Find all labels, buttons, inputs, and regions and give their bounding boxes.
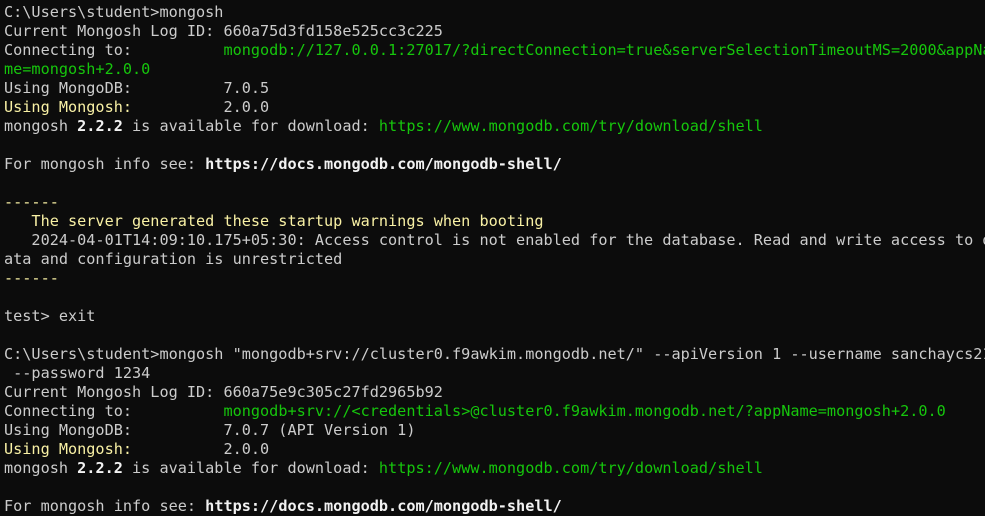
terminal-text-segment: C:\Users\student>mongosh "mongodb+srv://… <box>4 345 985 363</box>
terminal-line: Using Mongosh: 2.0.0 <box>4 98 985 117</box>
terminal-line: mongosh 2.2.2 is available for download:… <box>4 459 985 478</box>
terminal-text-segment: is available for download: <box>122 459 379 477</box>
terminal-text-segment: ------ <box>4 269 59 287</box>
terminal-text-segment: is available for download: <box>122 117 379 135</box>
terminal-line: --password 1234 <box>4 364 985 383</box>
terminal-text-segment: 2.0.0 <box>132 98 270 116</box>
terminal-text-segment: mongosh <box>4 459 78 477</box>
terminal-text-segment: 2.2.2 <box>77 459 123 477</box>
terminal-line: test> exit <box>4 307 985 326</box>
terminal-line: For mongosh info see: https://docs.mongo… <box>4 497 985 516</box>
terminal-text-segment: 2.2.2 <box>77 117 123 135</box>
terminal-text-segment: The server generated these startup warni… <box>4 212 544 230</box>
terminal-text-segment: 2.0.0 <box>132 440 270 458</box>
terminal-line: me=mongosh+2.0.0 <box>4 60 985 79</box>
terminal-text-segment: 2024-04-01T14:09:10.175+05:30: Access co… <box>4 231 985 249</box>
terminal-line: For mongosh info see: https://docs.mongo… <box>4 155 985 174</box>
terminal-text-segment: Current Mongosh Log ID: 660a75e9c305c27f… <box>4 383 443 401</box>
terminal-text-segment: https://www.mongodb.com/try/download/she… <box>378 459 763 477</box>
terminal-line: ata and configuration is unrestricted <box>4 250 985 269</box>
terminal-text-segment: Using MongoDB: 7.0.7 (API Version 1) <box>4 421 416 439</box>
terminal-text-segment: test> exit <box>4 307 96 325</box>
terminal-line: Current Mongosh Log ID: 660a75e9c305c27f… <box>4 383 985 402</box>
terminal-text-segment: For mongosh info see: <box>4 155 206 173</box>
terminal-line: mongosh 2.2.2 is available for download:… <box>4 117 985 136</box>
terminal-text-segment: Using Mongosh: <box>4 440 133 458</box>
terminal-line: 2024-04-01T14:09:10.175+05:30: Access co… <box>4 231 985 250</box>
terminal-line: Connecting to: mongodb+srv://<credential… <box>4 402 985 421</box>
terminal-text-segment: C:\Users\student>mongosh <box>4 3 224 21</box>
terminal-text-segment: Connecting to: <box>4 402 224 420</box>
terminal-window[interactable]: C:\Users\student>mongosh Current Mongosh … <box>0 0 985 516</box>
terminal-line: Connecting to: mongodb://127.0.0.1:27017… <box>4 41 985 60</box>
terminal-text-segment: --password 1234 <box>4 364 151 382</box>
terminal-line: ------ <box>4 193 985 212</box>
terminal-line: Using MongoDB: 7.0.5 <box>4 79 985 98</box>
terminal-text-segment: Using MongoDB: 7.0.5 <box>4 79 270 97</box>
terminal-text-segment: For mongosh info see: <box>4 497 206 515</box>
terminal-text-segment: mongosh <box>4 117 78 135</box>
terminal-text-segment: ------ <box>4 193 59 211</box>
terminal-text-segment: Using Mongosh: <box>4 98 133 116</box>
terminal-text-segment: me=mongosh+2.0.0 <box>4 60 151 78</box>
terminal-line: Current Mongosh Log ID: 660a75d3fd158e52… <box>4 22 985 41</box>
terminal-text-segment: Connecting to: <box>4 41 224 59</box>
terminal-text-segment: mongodb+srv://<credentials>@cluster0.f9a… <box>223 402 946 420</box>
terminal-text-segment: https://www.mongodb.com/try/download/she… <box>378 117 763 135</box>
terminal-text-segment: ata and configuration is unrestricted <box>4 250 343 268</box>
terminal-line: Using MongoDB: 7.0.7 (API Version 1) <box>4 421 985 440</box>
terminal-line: ------ <box>4 269 985 288</box>
terminal-text-segment: mongodb://127.0.0.1:27017/?directConnect… <box>223 41 985 59</box>
terminal-line: The server generated these startup warni… <box>4 212 985 231</box>
terminal-text-segment: https://docs.mongodb.com/mongodb-shell/ <box>205 155 562 173</box>
terminal-text-segment: Current Mongosh Log ID: 660a75d3fd158e52… <box>4 22 443 40</box>
terminal-line: C:\Users\student>mongosh <box>4 3 985 22</box>
terminal-text-segment: https://docs.mongodb.com/mongodb-shell/ <box>205 497 562 515</box>
terminal-line: C:\Users\student>mongosh "mongodb+srv://… <box>4 345 985 364</box>
terminal-line: Using Mongosh: 2.0.0 <box>4 440 985 459</box>
